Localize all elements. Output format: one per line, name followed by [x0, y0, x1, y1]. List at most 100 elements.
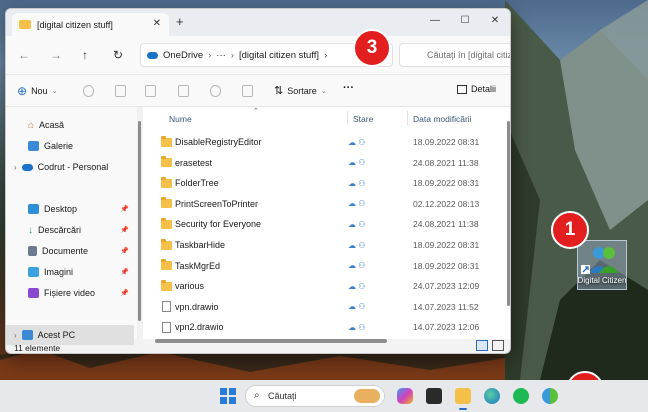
column-divider[interactable]: [347, 111, 348, 125]
new-tab-button[interactable]: +: [176, 14, 184, 29]
column-header-name[interactable]: Nume: [169, 114, 192, 124]
file-list: ⌃ Nume Stare Data modificării DisableReg…: [143, 107, 510, 339]
sidebar-item-label: Codrut - Personal: [37, 162, 109, 172]
close-window-button[interactable]: ✕: [480, 9, 510, 31]
pin-icon[interactable]: 📌: [120, 226, 129, 234]
date-modified: 18.09.2022 08:31: [413, 260, 480, 271]
desktop-shortcut-label: Digital Citizen: [577, 276, 627, 285]
pin-icon[interactable]: 📌: [120, 205, 129, 213]
table-row[interactable]: vpn2.drawio ☁ ⚇ 14.07.2023 12:06: [148, 317, 503, 337]
table-row[interactable]: various ☁ ⚇ 24.07.2023 12:09: [148, 276, 503, 296]
breadcrumb-chevron-icon[interactable]: ›: [324, 50, 327, 61]
details-button[interactable]: Detalii: [457, 84, 496, 94]
file-name: TaskMgrEd: [175, 260, 221, 271]
new-button[interactable]: ⊕ Nou ⌄: [17, 84, 57, 98]
search-input[interactable]: Căutați în [digital citizen: [399, 43, 510, 67]
table-row[interactable]: erasetest ☁ ⚇ 24.08.2021 11:38: [148, 153, 503, 173]
sidebar-item-pictures[interactable]: Imagini 📌: [6, 262, 131, 282]
forward-arrow-icon[interactable]: →: [50, 48, 62, 62]
maximize-button[interactable]: ☐: [450, 9, 480, 31]
file-explorer-icon[interactable]: [455, 388, 471, 404]
cloud-status-icon: ☁ ⚇: [348, 240, 366, 250]
date-modified: 18.09.2022 08:31: [413, 240, 480, 250]
sidebar-item-documents[interactable]: Documente 📌: [6, 241, 131, 261]
pin-icon[interactable]: 📌: [120, 247, 129, 255]
windows-start-icon[interactable]: [220, 388, 236, 404]
taskbar: ⌕ Căutați: [0, 380, 648, 412]
desktop-icon: [28, 204, 39, 214]
delete-icon[interactable]: [242, 85, 253, 97]
more-options-button[interactable]: ···: [343, 82, 354, 94]
taskbar-search[interactable]: ⌕ Căutați: [245, 385, 385, 407]
table-row[interactable]: Security for Everyone ☁ ⚇ 24.08.2021 11:38: [148, 214, 503, 234]
title-bar: [digital citizen stuff] ✕ + — ☐ ✕: [6, 9, 510, 36]
table-row[interactable]: PrintScreenToPrinter ☁ ⚇ 02.12.2022 08:13: [148, 194, 503, 214]
share-icon[interactable]: [210, 85, 221, 97]
sidebar-item-downloads[interactable]: ↓ Descărcări 📌: [6, 220, 131, 240]
refresh-icon[interactable]: ↻: [113, 48, 123, 62]
table-row[interactable]: TaskbarHide ☁ ⚇ 18.09.2022 08:31: [148, 235, 503, 255]
digital-citizen-app-icon[interactable]: [542, 388, 558, 404]
file-list-scrollbar[interactable]: [507, 121, 510, 306]
column-header-status[interactable]: Stare: [353, 114, 373, 124]
close-tab-icon[interactable]: ✕: [153, 18, 161, 29]
edge-icon[interactable]: [484, 388, 500, 404]
sort-indicator-icon: ⌃: [253, 108, 259, 115]
chevron-down-icon: ⌄: [320, 87, 327, 95]
file-name: PrintScreenToPrinter: [175, 198, 259, 209]
pictures-icon: [28, 267, 39, 277]
breadcrumb-onedrive[interactable]: OneDrive: [163, 50, 203, 61]
sidebar-item-label: Fișiere video: [44, 288, 96, 298]
back-arrow-icon[interactable]: ←: [18, 48, 30, 62]
pin-icon[interactable]: 📌: [120, 289, 129, 297]
sidebar-item-gallery[interactable]: Galerie: [6, 136, 131, 156]
active-app-indicator: [459, 408, 467, 410]
sort-icon: ⇅: [274, 85, 284, 97]
gallery-icon: [28, 141, 39, 151]
terminal-icon[interactable]: [426, 388, 442, 404]
home-icon: ⌂: [28, 119, 35, 131]
paste-icon[interactable]: [145, 85, 156, 97]
scrollbar-thumb[interactable]: [138, 121, 141, 321]
table-row[interactable]: vpn.drawio ☁ ⚇ 14.07.2023 11:52: [148, 297, 503, 317]
chevron-down-icon: ⌄: [51, 88, 58, 95]
spotify-icon[interactable]: [513, 388, 529, 404]
command-bar: ⊕ Nou ⌄ ⇅ Sortare ⌄ ··· Detalii: [6, 74, 510, 107]
copy-icon[interactable]: [115, 85, 126, 97]
column-divider[interactable]: [407, 111, 408, 125]
chevron-right-icon[interactable]: ›: [14, 163, 17, 172]
copilot-icon[interactable]: [397, 388, 413, 404]
annotation-marker-3: 3: [353, 29, 391, 67]
document-icon: [28, 246, 37, 256]
sidebar-item-label: Acasă: [39, 120, 65, 130]
taskbar-search-label: Căutați: [268, 391, 297, 401]
tiles-view-icon[interactable]: [492, 340, 504, 351]
cut-icon[interactable]: [83, 85, 94, 97]
file-icon: [162, 301, 171, 313]
table-row[interactable]: TaskMgrEd ☁ ⚇ 18.09.2022 08:31: [148, 256, 503, 276]
chevron-right-icon[interactable]: ›: [14, 331, 17, 340]
rename-icon[interactable]: [178, 85, 189, 97]
file-name: FolderTree: [175, 178, 219, 189]
sidebar-item-home[interactable]: ⌂ Acasă: [6, 115, 131, 135]
explorer-tab[interactable]: [digital citizen stuff] ✕: [12, 13, 169, 36]
item-count: 11 elemente: [14, 343, 61, 353]
up-arrow-icon[interactable]: ↑: [82, 48, 88, 62]
sort-button[interactable]: ⇅ Sortare ⌄: [274, 84, 327, 97]
date-modified: 14.07.2023 11:52: [413, 301, 479, 312]
table-row[interactable]: DisableRegistryEditor ☁ ⚇ 18.09.2022 08:31: [148, 132, 503, 152]
file-name: Security for Everyone: [175, 219, 262, 230]
pin-icon[interactable]: 📌: [120, 268, 129, 276]
breadcrumb-current-folder[interactable]: [digital citizen stuff]: [239, 50, 319, 61]
file-icon: [162, 321, 171, 333]
minimize-button[interactable]: —: [420, 9, 450, 31]
sidebar-item-desktop[interactable]: Desktop 📌: [6, 199, 131, 219]
sidebar-item-onedrive[interactable]: › Codrut - Personal: [6, 157, 131, 177]
sidebar-item-videos[interactable]: Fișiere video 📌: [6, 283, 131, 303]
table-row[interactable]: FolderTree ☁ ⚇ 18.09.2022 08:31: [148, 173, 503, 193]
video-icon: [28, 288, 39, 298]
details-view-icon[interactable]: [476, 340, 488, 351]
column-header-date[interactable]: Data modificării: [413, 114, 472, 124]
onedrive-icon: [147, 51, 158, 59]
breadcrumb-more[interactable]: ···: [216, 50, 226, 61]
